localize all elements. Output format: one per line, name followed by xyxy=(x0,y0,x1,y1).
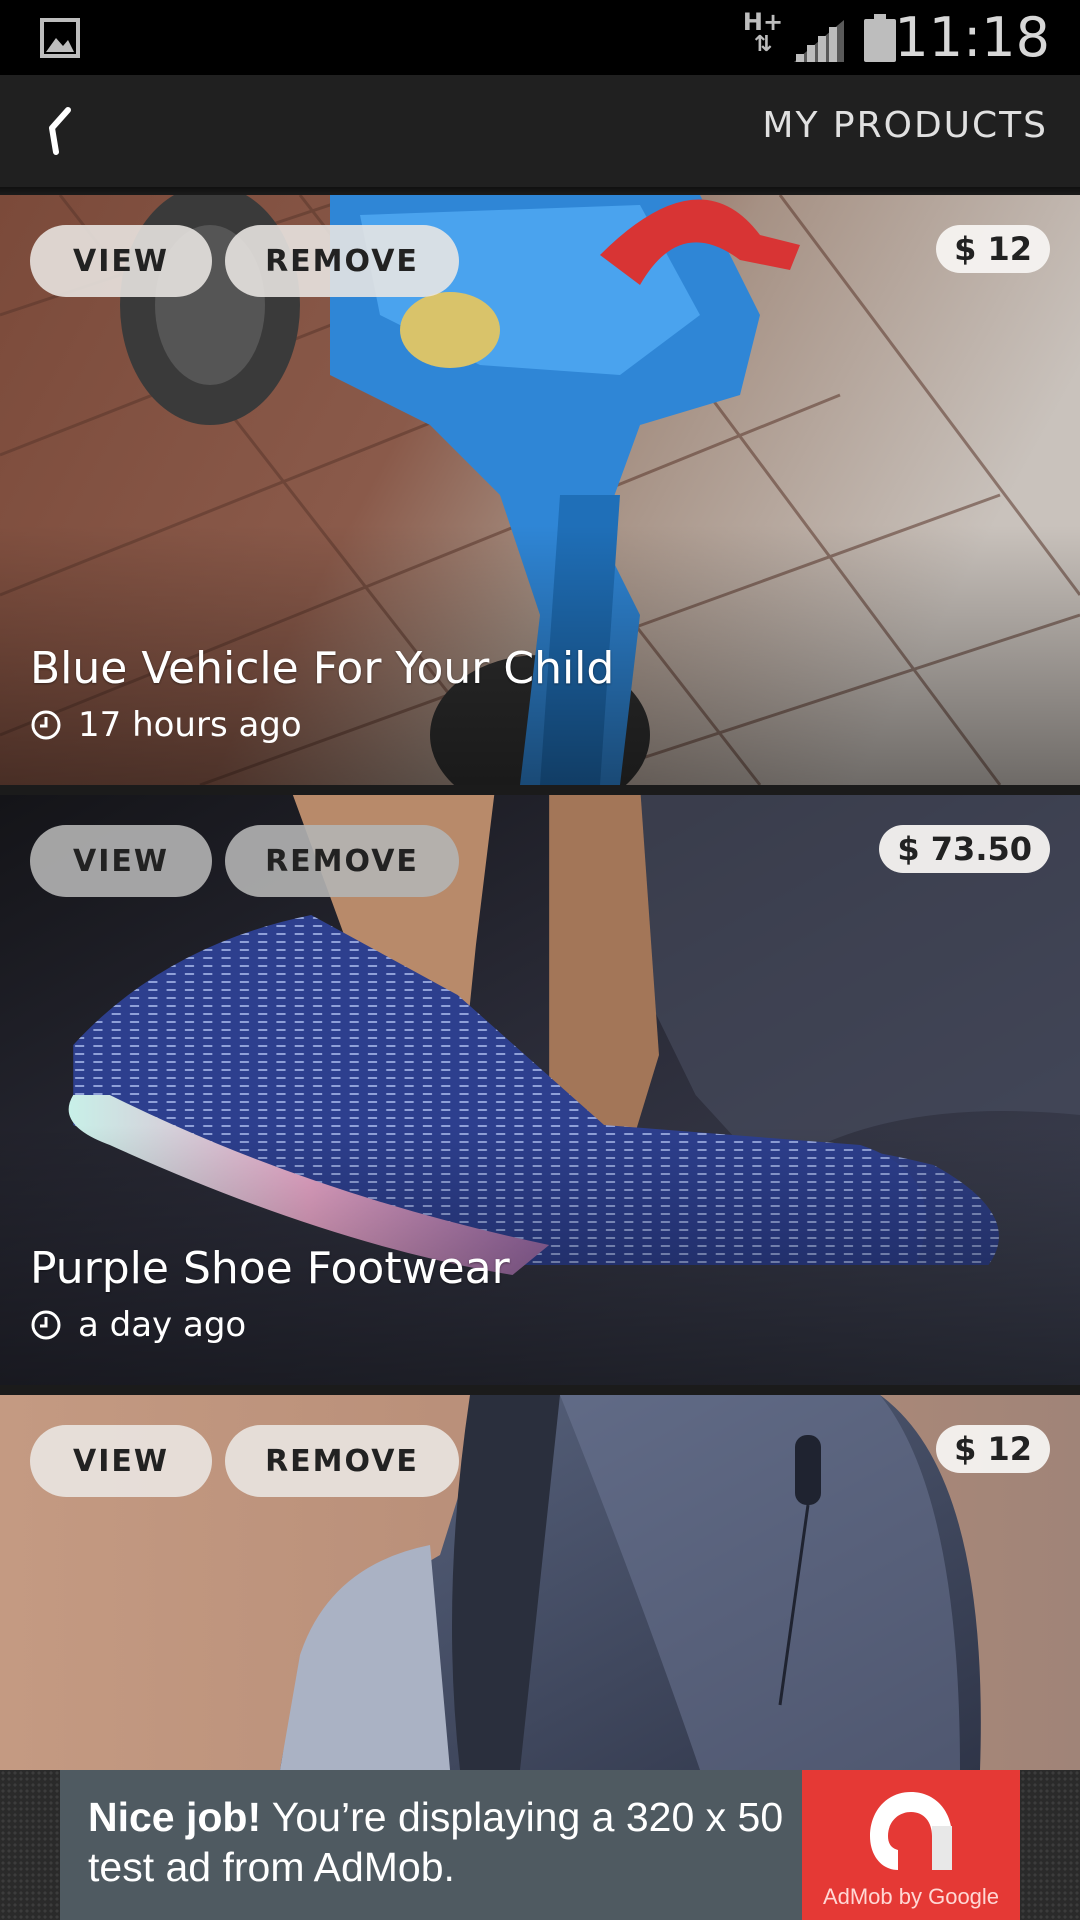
remove-button[interactable]: REMOVE xyxy=(225,1425,459,1497)
signal-strength-icon xyxy=(794,20,844,62)
product-card-mouse: VIEW REMOVE $ 12 xyxy=(0,1395,1080,1770)
price-badge: $ 12 xyxy=(936,225,1050,273)
posted-time: a day ago xyxy=(30,1305,246,1345)
battery-icon xyxy=(864,14,896,62)
back-chevron-icon xyxy=(49,107,71,155)
page-title: MY PRODUCTS xyxy=(762,105,1048,146)
admob-logo-panel: AdMob by Google xyxy=(802,1770,1020,1920)
app-bar: MY PRODUCTS xyxy=(0,75,1080,187)
posted-time-label: a day ago xyxy=(78,1305,247,1345)
network-type-indicator: H+ ⇅ xyxy=(742,10,784,64)
posted-time-label: 17 hours ago xyxy=(78,705,302,745)
view-button[interactable]: VIEW xyxy=(30,825,212,897)
price-badge: $ 73.50 xyxy=(879,825,1050,873)
remove-button[interactable]: REMOVE xyxy=(225,825,459,897)
view-button[interactable]: VIEW xyxy=(30,1425,212,1497)
gallery-notification-icon xyxy=(40,18,80,58)
view-button[interactable]: VIEW xyxy=(30,225,212,297)
posted-time: 17 hours ago xyxy=(30,705,302,745)
price-badge: $ 12 xyxy=(936,1425,1050,1473)
card-divider xyxy=(0,785,1080,795)
product-name: Blue Vehicle For Your Child xyxy=(30,643,615,694)
product-card-blue-vehicle: VIEW REMOVE $ 12 Blue Vehicle For Your C… xyxy=(0,195,1080,785)
clock-icon xyxy=(31,710,61,740)
data-arrows-icon: ⇅ xyxy=(753,32,773,57)
status-bar: H+ ⇅ 11:18 xyxy=(0,0,1080,75)
product-name: Purple Shoe Footwear xyxy=(30,1243,510,1294)
admob-logo-icon xyxy=(870,1792,952,1870)
ad-credit: AdMob by Google xyxy=(822,1884,1000,1909)
admob-test-ad-banner[interactable]: Nice job! You’re displaying a 320 x 50 t… xyxy=(60,1770,1020,1920)
status-clock: 11:18 xyxy=(894,6,1050,69)
ad-headline: Nice job! xyxy=(88,1794,262,1840)
ad-text: Nice job! You’re displaying a 320 x 50 t… xyxy=(88,1792,828,1892)
app-bar-shadow xyxy=(0,187,1080,195)
clock-icon xyxy=(31,1310,61,1340)
card-divider xyxy=(0,1385,1080,1395)
product-card-purple-shoe: VIEW REMOVE $ 73.50 Purple Shoe Footwear… xyxy=(0,795,1080,1385)
back-button[interactable] xyxy=(28,97,88,165)
remove-button[interactable]: REMOVE xyxy=(225,225,459,297)
